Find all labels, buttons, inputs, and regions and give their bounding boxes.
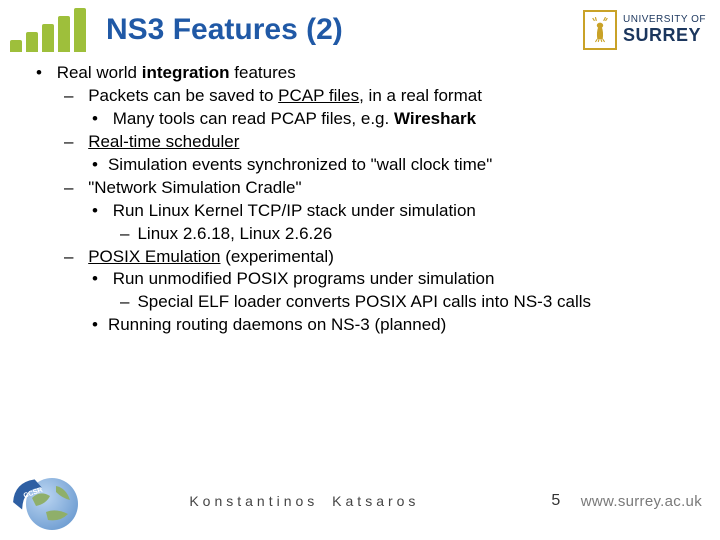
bullet-posix-elf: Special ELF loader converts POSIX API ca… [120, 291, 690, 314]
bullet-pcap-tools: Many tools can read PCAP files, e.g. Wir… [92, 108, 690, 131]
bullet-posix-run: Run unmodified POSIX programs under simu… [92, 268, 690, 314]
bullet-rts: Real-time scheduler Simulation events sy… [64, 131, 690, 177]
text-underline: POSIX Emulation [88, 247, 220, 266]
text-bold: Wireshark [394, 109, 476, 128]
text-underline: PCAP files [278, 86, 359, 105]
text: Packets can be saved to [88, 86, 278, 105]
author-name: Konstantinos Katsaros [78, 493, 531, 509]
ccsr-logo: CCSR [10, 472, 78, 530]
bullet-root: Real world integration features Packets … [36, 62, 690, 337]
text: Run unmodified POSIX programs under simu… [113, 269, 495, 288]
university-url: www.surrey.ac.uk [581, 493, 702, 510]
bullet-nsc: "Network Simulation Cradle" Run Linux Ke… [64, 177, 690, 246]
slide-header: NS3 Features (2) UNIVERSITY OF SURREY [0, 0, 720, 56]
university-logo: UNIVERSITY OF SURREY [583, 10, 706, 50]
text: Real world [57, 63, 142, 82]
text: Many tools can read PCAP files, e.g. [113, 109, 394, 128]
bars-icon [10, 8, 86, 52]
text-bold: integration [142, 63, 230, 82]
slide-footer: CCSR Konstantinos Katsaros 5 www.surrey.… [0, 468, 720, 540]
stag-icon [583, 10, 617, 50]
bullet-nsc-sub: Run Linux Kernel TCP/IP stack under simu… [92, 200, 690, 246]
text: (experimental) [220, 247, 333, 266]
bullet-rts-sub: Simulation events synchronized to "wall … [92, 154, 690, 177]
slide-body: Real world integration features Packets … [0, 56, 720, 337]
text: features [230, 63, 296, 82]
bullet-pcap: Packets can be saved to PCAP files, in a… [64, 85, 690, 131]
uni-name-large: SURREY [623, 26, 706, 45]
text: Run Linux Kernel TCP/IP stack under simu… [113, 201, 476, 220]
text-underline: Real-time scheduler [88, 132, 239, 151]
page-number: 5 [531, 492, 581, 510]
text: , in a real format [359, 86, 482, 105]
slide-title: NS3 Features (2) [106, 13, 583, 47]
bullet-nsc-linux: Linux 2.6.18, Linux 2.6.26 [120, 223, 690, 246]
bullet-posix: POSIX Emulation (experimental) Run unmod… [64, 246, 690, 338]
text: "Network Simulation Cradle" [88, 178, 301, 197]
bullet-posix-routing: Running routing daemons on NS-3 (planned… [92, 314, 690, 337]
